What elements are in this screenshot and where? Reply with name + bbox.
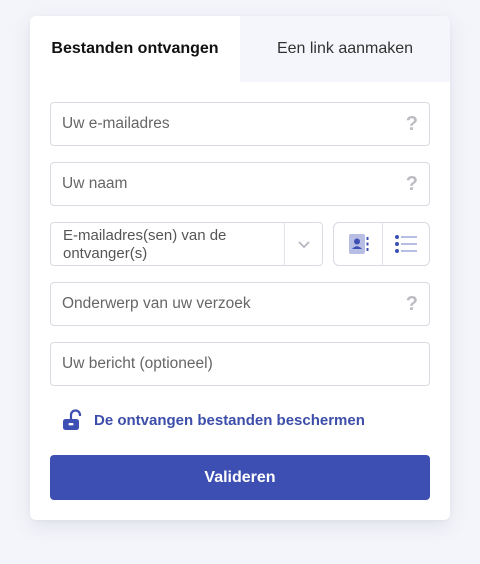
help-icon[interactable]: ? [406, 294, 418, 314]
message-field[interactable] [50, 342, 430, 386]
help-icon[interactable]: ? [406, 114, 418, 134]
email-field[interactable]: ? [50, 102, 430, 146]
protect-files-label: De ontvangen bestanden beschermen [94, 411, 365, 429]
protect-files-link[interactable]: De ontvangen bestanden beschermen [62, 409, 365, 431]
list-button[interactable] [381, 223, 430, 265]
tab-bar: Bestanden ontvangen Een link aanmaken [30, 16, 450, 82]
transfer-card: Bestanden ontvangen Een link aanmaken ? … [30, 16, 450, 520]
tab-receive-files[interactable]: Bestanden ontvangen [30, 16, 240, 82]
recipient-mode-toggle [333, 222, 430, 266]
chevron-down-icon[interactable] [284, 223, 322, 265]
subject-input[interactable] [62, 295, 382, 313]
recipients-select[interactable]: E-mailadres(sen) van de ontvanger(s) [50, 222, 323, 266]
email-input[interactable] [62, 115, 382, 133]
address-book-icon [348, 234, 369, 254]
name-input[interactable] [62, 175, 382, 193]
message-input[interactable] [62, 355, 382, 373]
help-icon[interactable]: ? [406, 174, 418, 194]
contacts-button[interactable] [334, 223, 382, 265]
validate-button[interactable]: Valideren [50, 455, 430, 500]
name-field[interactable]: ? [50, 162, 430, 206]
tab-create-link[interactable]: Een link aanmaken [240, 16, 450, 82]
list-icon [394, 235, 417, 253]
recipients-placeholder: E-mailadres(sen) van de ontvanger(s) [63, 227, 227, 262]
subject-field[interactable]: ? [50, 282, 430, 326]
unlock-icon [63, 409, 82, 430]
